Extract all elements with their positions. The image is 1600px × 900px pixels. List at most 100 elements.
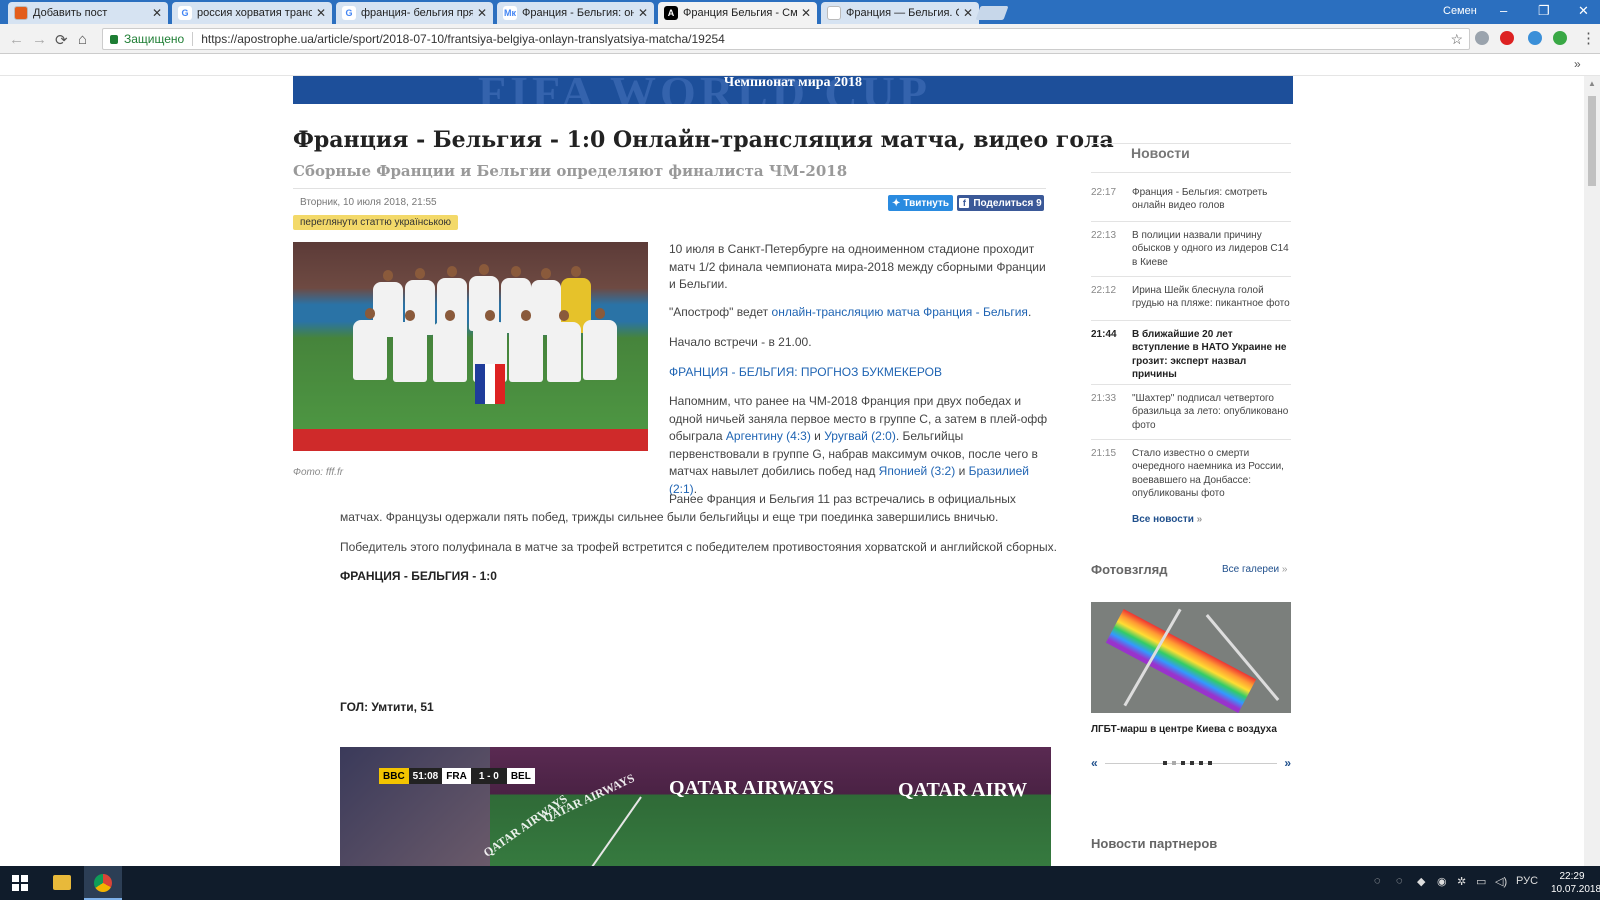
news-item[interactable]: 21:44 В ближайшие 20 лет вступление в НАТ… (1091, 328, 1291, 380)
facebook-icon: f (959, 198, 970, 208)
tab-close-icon[interactable]: ✕ (477, 6, 487, 20)
browser-tab[interactable]: Мк Франция - Бельгия: онл ✕ (497, 2, 654, 24)
clock[interactable]: 22:29 10.07.2018 (1551, 870, 1600, 896)
clock-time: 22:29 (1559, 871, 1585, 882)
gallery-photo[interactable] (1091, 602, 1291, 713)
news-item[interactable]: 22:13 В полиции назвали причину обысков у… (1091, 229, 1291, 279)
tweet-button[interactable]: ✦ Твитнуть (888, 195, 953, 211)
new-tab-button[interactable] (975, 6, 1009, 20)
photo-bottom-bar (293, 429, 648, 451)
tray-icon-2[interactable]: ◌ (1396, 875, 1403, 887)
address-bar[interactable]: Защищено https://apostrophe.ua/article/s… (102, 28, 1470, 50)
extension-icon-2[interactable] (1500, 31, 1514, 45)
extension-icon-3[interactable] (1528, 31, 1542, 45)
news-headline[interactable]: Франция - Бельгия: смотреть онлайн видео… (1132, 186, 1291, 213)
tab-close-icon[interactable]: ✕ (801, 6, 811, 20)
p5-text-b: и (810, 429, 825, 443)
scroll-up-icon[interactable]: ▲ (1588, 79, 1596, 88)
news-item[interactable]: 21:15 Стало известно о смерти очередного … (1091, 447, 1291, 499)
browser-tab[interactable]: Добавить пост ✕ (8, 2, 168, 24)
pager-dot[interactable] (1163, 761, 1167, 765)
gallery-next-icon[interactable]: » (1284, 756, 1291, 770)
news-headline[interactable]: Стало известно о смерти очередного наемн… (1132, 447, 1291, 501)
news-heading[interactable]: Новости (1131, 145, 1190, 161)
secure-label: Защищено (124, 32, 185, 46)
chevron-right-icon: » (1281, 564, 1288, 575)
ukrainian-version-link[interactable]: переглянути статтю українською (293, 215, 459, 230)
extension-icon-1[interactable] (1475, 31, 1489, 45)
scrollbar[interactable]: ▲ (1584, 76, 1600, 866)
bookmark-star-icon[interactable]: ☆ (1450, 31, 1463, 48)
pager-dot[interactable] (1208, 761, 1212, 765)
news-headline[interactable]: В ближайшие 20 лет вступление в НАТО Укр… (1132, 328, 1291, 382)
news-headline[interactable]: "Шахтер" подписал четвертого бразильца з… (1132, 392, 1291, 432)
news-headline[interactable]: Ирина Шейк блеснула голой грудью на пляж… (1132, 284, 1291, 311)
away-team: BEL (506, 768, 535, 784)
paragraph-2: "Апостроф" ведет онлайн-трансляцию матча… (669, 304, 1047, 322)
pager-dot[interactable] (1190, 761, 1194, 765)
gallery-caption[interactable]: ЛГБТ-марш в центре Киева с воздуха (1091, 724, 1277, 735)
live-stream-link[interactable]: онлайн-трансляцию матча Франция - Бельги… (772, 305, 1028, 319)
home-icon[interactable]: ⌂ (78, 31, 87, 48)
tab-close-icon[interactable]: ✕ (638, 6, 648, 20)
japan-link[interactable]: Японией (3:2) (879, 464, 956, 478)
world-cup-banner[interactable]: FIFA WORLD CUP Чемпионат мира 2018 (293, 76, 1293, 104)
settings-icon[interactable]: ✲ (1457, 875, 1466, 888)
news-time: 21:44 (1091, 329, 1117, 340)
pager-dot[interactable] (1172, 761, 1176, 765)
tab-close-icon[interactable]: ✕ (963, 6, 973, 20)
browser-tab[interactable]: Франция — Бельгия. Он ✕ (821, 2, 979, 24)
back-icon[interactable]: ← (9, 31, 24, 48)
gallery-prev-icon[interactable]: « (1091, 756, 1098, 770)
news-divider (1091, 276, 1291, 277)
goal-video[interactable]: QATAR AIRWAYS QATAR AIRW QATAR AIRWAYS Q… (340, 747, 1051, 866)
news-item[interactable]: 22:12 Ирина Шейк блеснула голой грудью на… (1091, 284, 1291, 334)
home-team: FRA (442, 768, 471, 784)
language-indicator[interactable]: РУС (1516, 875, 1538, 887)
scrollbar-thumb[interactable] (1588, 96, 1596, 186)
team-photo[interactable] (293, 242, 648, 451)
tab-title: Франция - Бельгия: онл (522, 7, 634, 19)
minimize-icon[interactable]: – (1500, 3, 1507, 18)
pager-dot[interactable] (1199, 761, 1203, 765)
news-time: 21:15 (1091, 448, 1117, 459)
argentina-link[interactable]: Аргентину (4:3) (726, 429, 811, 443)
browser-tab[interactable]: Gфранция- бельгия прям ✕ (336, 2, 493, 24)
tray-icon-3[interactable]: ◆ (1417, 875, 1425, 888)
profile-name[interactable]: Семен (1443, 5, 1477, 17)
taskbar: ◌ ◌ ◆ ◉ ✲ ▭ ◁) РУС 22:29 10.07.2018 (0, 866, 1600, 900)
news-item[interactable]: 21:33 "Шахтер" подписал четвертого бразил… (1091, 392, 1291, 442)
article-title: Франция - Бельгия - 1:0 Онлайн-трансляци… (293, 127, 1114, 153)
banner-title: Чемпионат мира 2018 (723, 76, 863, 90)
volume-icon[interactable]: ◁) (1495, 875, 1507, 888)
browser-tab[interactable]: Gроссия хорватия трансл ✕ (172, 2, 332, 24)
favicon-icon: А (664, 6, 678, 20)
betting-forecast-link[interactable]: ФРАНЦИЯ - БЕЛЬГИЯ: ПРОГНОЗ БУКМЕКЕРОВ (669, 364, 1047, 382)
player-head (415, 268, 425, 279)
tray-icon-1[interactable]: ◌ (1374, 875, 1381, 887)
news-headline[interactable]: В полиции назвали причину обысков у одно… (1132, 229, 1291, 269)
score-heading: ФРАНЦИЯ - БЕЛЬГИЯ - 1:0 (340, 569, 497, 583)
browser-tab[interactable]: А Франция Бельгия - Смо ✕ (658, 2, 817, 24)
all-galleries-link[interactable]: Все галереи » (1222, 564, 1287, 575)
maximize-icon[interactable]: ❐ (1538, 3, 1550, 19)
windows-start-icon[interactable] (12, 875, 28, 891)
extension-icon-4[interactable] (1553, 31, 1567, 45)
url-text[interactable]: https://apostrophe.ua/article/sport/2018… (201, 32, 725, 46)
all-news-link[interactable]: Все новости » (1132, 514, 1202, 525)
menu-icon[interactable]: ⋮ (1581, 29, 1596, 47)
pager-dot[interactable] (1181, 761, 1185, 765)
facebook-share-button[interactable]: f Поделиться 9 (957, 195, 1044, 211)
steam-icon[interactable]: ◉ (1437, 875, 1447, 888)
uruguay-link[interactable]: Уругвай (2:0) (824, 429, 896, 443)
close-icon[interactable]: ✕ (1578, 3, 1589, 19)
reload-icon[interactable]: ⟳ (55, 31, 68, 49)
network-icon[interactable]: ▭ (1476, 875, 1486, 888)
tab-close-icon[interactable]: ✕ (316, 6, 326, 20)
news-divider (1091, 384, 1291, 385)
tab-close-icon[interactable]: ✕ (152, 6, 162, 20)
forward-icon[interactable]: → (32, 31, 47, 48)
file-explorer-icon[interactable] (53, 875, 71, 890)
more-bookmarks-icon[interactable]: » (1574, 57, 1581, 71)
photo-section-heading[interactable]: Фотовзгляд (1091, 562, 1168, 577)
